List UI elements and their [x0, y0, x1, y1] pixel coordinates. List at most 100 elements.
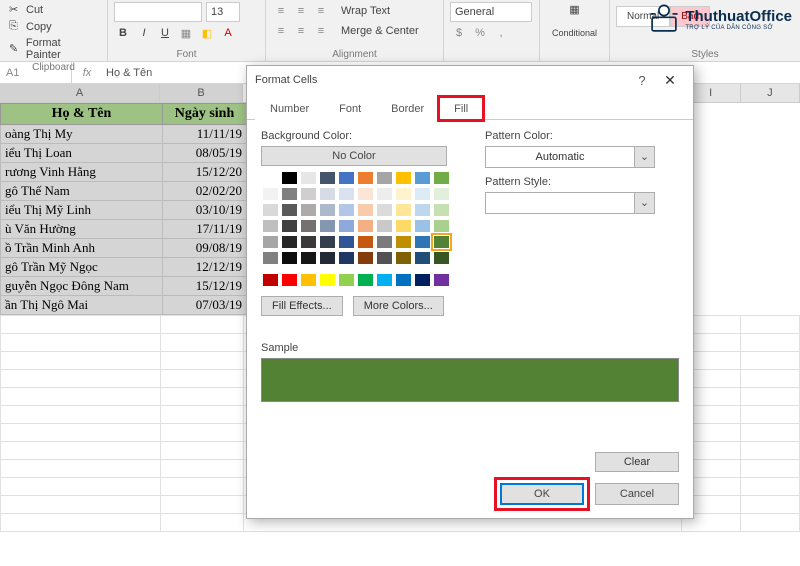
cell-name[interactable]: ù Văn Hường [1, 220, 163, 239]
clear-button[interactable]: Clear [595, 452, 679, 472]
color-swatch[interactable] [357, 235, 374, 249]
color-swatch[interactable] [376, 171, 393, 185]
color-swatch[interactable] [395, 219, 412, 233]
col-header-a[interactable]: A [0, 84, 160, 102]
color-swatch[interactable] [262, 187, 279, 201]
align-bot-icon[interactable]: ≡ [312, 2, 330, 20]
cell-dob[interactable]: 08/05/19 [163, 144, 247, 163]
cell-name[interactable]: gô Trần Mỹ Ngọc [1, 258, 163, 277]
wrap-text-button[interactable]: Wrap Text [338, 4, 393, 18]
color-swatch[interactable] [395, 171, 412, 185]
currency-icon[interactable]: $ [450, 24, 468, 42]
color-swatch[interactable] [338, 251, 355, 265]
dialog-titlebar[interactable]: Format Cells ? ✕ [247, 66, 693, 94]
color-swatch[interactable] [414, 235, 431, 249]
fill-effects-button[interactable]: Fill Effects... [261, 296, 343, 316]
cell-name[interactable]: ồ Trần Minh Anh [1, 239, 163, 258]
color-swatch[interactable] [414, 251, 431, 265]
align-left-icon[interactable]: ≡ [272, 22, 290, 40]
color-swatch[interactable] [319, 171, 336, 185]
color-swatch[interactable] [300, 235, 317, 249]
color-swatch[interactable] [281, 235, 298, 249]
header-name[interactable]: Họ & Tên [1, 104, 163, 125]
merge-center-button[interactable]: Merge & Center [338, 22, 422, 40]
color-swatch[interactable] [281, 219, 298, 233]
cell-name[interactable]: ần Thị Ngô Mai [1, 296, 163, 315]
italic-button[interactable]: I [135, 24, 153, 42]
copy-button[interactable]: ⎘Copy [6, 19, 55, 35]
color-swatch[interactable] [281, 203, 298, 217]
help-button[interactable]: ? [629, 73, 655, 88]
align-center-icon[interactable]: ≡ [292, 22, 310, 40]
percent-icon[interactable]: % [471, 24, 489, 42]
color-swatch[interactable] [414, 187, 431, 201]
color-swatch[interactable] [395, 235, 412, 249]
color-swatch[interactable] [376, 187, 393, 201]
pattern-style-combo[interactable]: ⌄ [485, 192, 655, 214]
color-swatch[interactable] [300, 219, 317, 233]
cell-dob[interactable]: 12/12/19 [163, 258, 247, 277]
cell-dob[interactable]: 11/11/19 [163, 125, 247, 144]
color-swatch[interactable] [357, 251, 374, 265]
color-swatch[interactable] [376, 219, 393, 233]
no-color-button[interactable]: No Color [261, 146, 447, 166]
color-swatch[interactable] [281, 187, 298, 201]
color-swatch[interactable] [414, 273, 431, 287]
formula-value[interactable]: Họ & Tên [102, 67, 152, 79]
color-swatch[interactable] [262, 219, 279, 233]
conditional-formatting-button[interactable]: ▦ Conditional [546, 2, 603, 39]
color-swatch[interactable] [281, 171, 298, 185]
color-swatch[interactable] [357, 219, 374, 233]
color-swatch[interactable] [262, 203, 279, 217]
color-swatch[interactable] [433, 171, 450, 185]
cell-name[interactable]: guyễn Ngọc Đông Nam [1, 277, 163, 296]
color-swatch[interactable] [395, 203, 412, 217]
color-swatch[interactable] [281, 273, 298, 287]
color-swatch[interactable] [281, 251, 298, 265]
border-button[interactable]: ▦ [177, 24, 195, 42]
font-size-combo[interactable]: 13 [206, 2, 240, 22]
tab-border[interactable]: Border [376, 97, 439, 120]
color-swatch[interactable] [376, 235, 393, 249]
color-swatch[interactable] [300, 171, 317, 185]
ok-button[interactable]: OK [500, 483, 584, 505]
color-swatch[interactable] [319, 251, 336, 265]
color-swatch[interactable] [433, 219, 450, 233]
align-right-icon[interactable]: ≡ [312, 22, 330, 40]
color-swatch[interactable] [414, 171, 431, 185]
cell-name[interactable]: gô Thế Nam [1, 182, 163, 201]
pattern-color-combo[interactable]: Automatic⌄ [485, 146, 655, 168]
color-swatch[interactable] [300, 203, 317, 217]
more-colors-button[interactable]: More Colors... [353, 296, 444, 316]
align-mid-icon[interactable]: ≡ [292, 2, 310, 20]
color-swatch[interactable] [338, 219, 355, 233]
color-swatch[interactable] [300, 273, 317, 287]
color-swatch[interactable] [338, 235, 355, 249]
color-swatch[interactable] [376, 251, 393, 265]
col-header-b[interactable]: B [160, 84, 243, 102]
cell-dob[interactable]: 07/03/19 [163, 296, 247, 315]
color-swatch[interactable] [433, 273, 450, 287]
comma-icon[interactable]: , [492, 24, 510, 42]
color-swatch[interactable] [433, 235, 450, 249]
cut-button[interactable]: ✂Cut [6, 2, 46, 18]
color-swatch[interactable] [262, 171, 279, 185]
color-swatch[interactable] [376, 273, 393, 287]
cell-name[interactable]: rương Vinh Hằng [1, 163, 163, 182]
tab-font[interactable]: Font [324, 97, 376, 120]
cell-dob[interactable]: 17/11/19 [163, 220, 247, 239]
cancel-button[interactable]: Cancel [595, 483, 679, 505]
color-swatch[interactable] [376, 203, 393, 217]
cell-name[interactable]: iểu Thị Mỹ Linh [1, 201, 163, 220]
color-swatch[interactable] [319, 219, 336, 233]
number-format-combo[interactable]: General [450, 2, 532, 22]
align-top-icon[interactable]: ≡ [272, 2, 290, 20]
color-swatch[interactable] [395, 187, 412, 201]
cell-dob[interactable]: 09/08/19 [163, 239, 247, 258]
font-color-button[interactable]: A [219, 24, 237, 42]
color-swatch[interactable] [338, 187, 355, 201]
cell-dob[interactable]: 02/02/20 [163, 182, 247, 201]
col-header-j[interactable]: J [741, 84, 800, 102]
color-swatch[interactable] [262, 273, 279, 287]
color-swatch[interactable] [357, 203, 374, 217]
